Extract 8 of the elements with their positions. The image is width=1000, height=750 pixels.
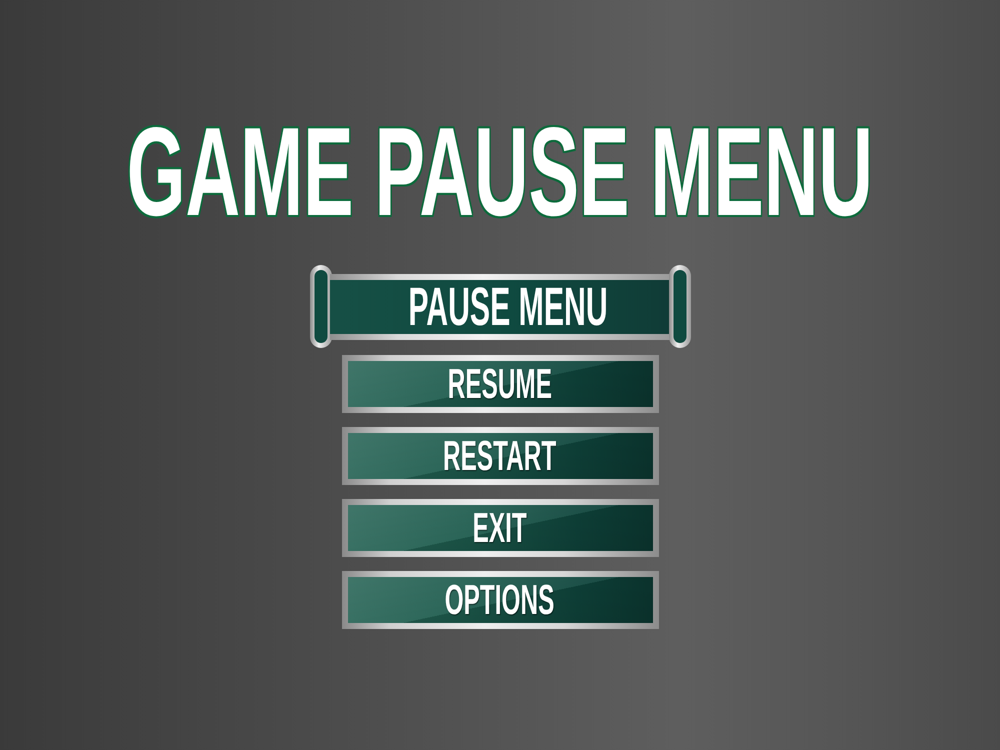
- menu-button[interactable]: EXIT: [342, 499, 658, 557]
- page-title: GAME PAUSE MENU: [126, 109, 874, 235]
- end-cap-icon: [310, 265, 332, 348]
- menu-button[interactable]: RESTART: [342, 427, 658, 485]
- end-cap-icon: [668, 265, 690, 348]
- header-title: PAUSE MENU: [408, 280, 608, 334]
- menu-button[interactable]: OPTIONS: [342, 571, 658, 629]
- menu-button[interactable]: RESUME: [342, 355, 658, 413]
